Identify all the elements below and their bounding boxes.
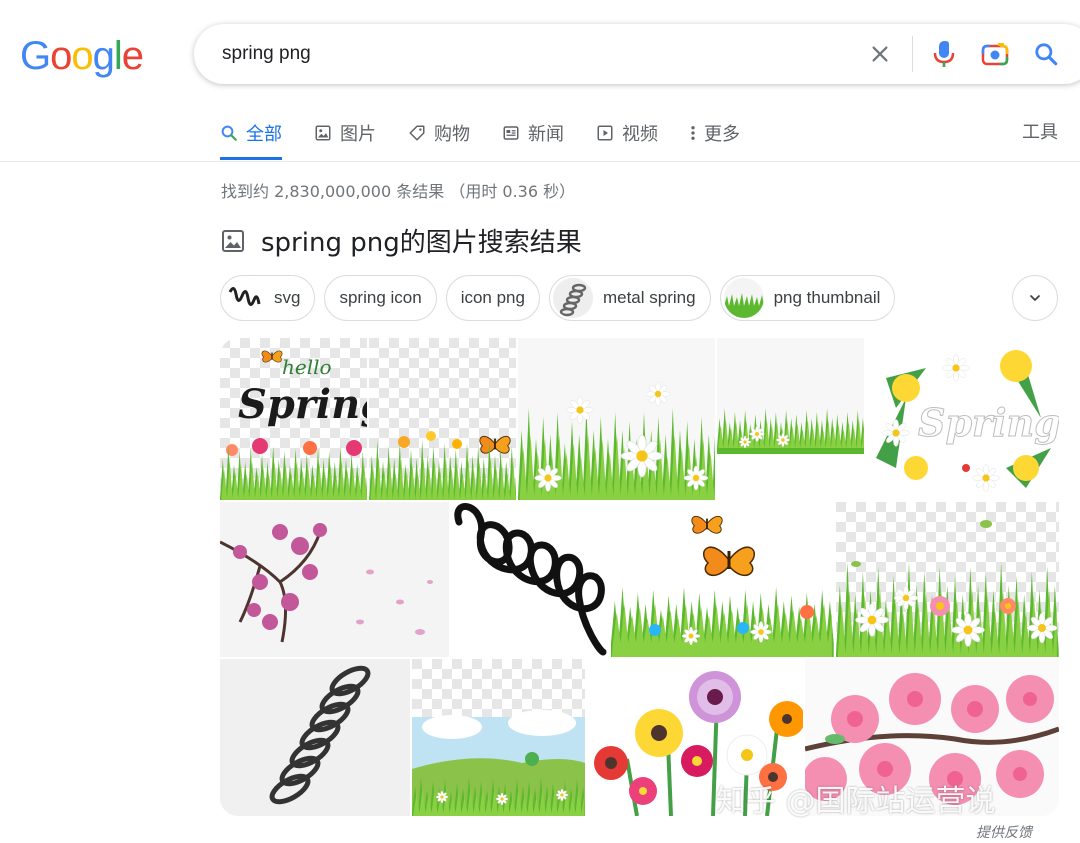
tab-shopping[interactable]: 购物: [408, 108, 470, 158]
chip-label: icon png: [460, 288, 525, 307]
search-icon: [221, 125, 237, 141]
image-result[interactable]: [717, 338, 864, 500]
svg-text:Spring: Spring: [918, 400, 1059, 445]
clear-icon[interactable]: [864, 38, 896, 70]
search-tabs: 全部 图片 购物 新闻 视频 更多: [220, 108, 772, 162]
image-results-grid: hello Spring: [220, 338, 1059, 816]
chevron-down-icon: [1030, 295, 1040, 301]
coil-spring-image: [451, 502, 609, 657]
tab-videos[interactable]: 视频: [596, 108, 658, 158]
tab-images[interactable]: 图片: [314, 108, 376, 158]
image-result[interactable]: [451, 502, 609, 657]
tab-label: 视频: [622, 124, 658, 145]
search-icon[interactable]: [1030, 38, 1062, 70]
tab-label: 更多: [704, 124, 740, 145]
image-result[interactable]: hello Spring: [220, 338, 367, 500]
image-icon: [315, 125, 331, 141]
play-icon: [597, 125, 613, 141]
voice-search-icon[interactable]: [928, 38, 960, 70]
image-result[interactable]: [412, 659, 585, 816]
feedback-link[interactable]: 提供反馈: [976, 822, 1032, 842]
daisies-image: [518, 338, 715, 500]
tab-news[interactable]: 新闻: [502, 108, 564, 158]
logo-letter: G: [20, 34, 51, 78]
result-stats: 找到约 2,830,000,000 条结果 （用时 0.36 秒）: [221, 182, 576, 201]
search-box[interactable]: spring png: [194, 24, 1080, 84]
chip-label: spring icon: [339, 288, 422, 307]
image-result[interactable]: Spring: [866, 338, 1059, 500]
daisy-border-image: [836, 502, 1059, 657]
refinement-chips: svg spring icon icon png metal spring pn…: [220, 275, 904, 321]
tag-icon: [409, 125, 425, 141]
chip-icon-png[interactable]: icon png: [445, 275, 540, 321]
tools-button[interactable]: 工具: [1022, 108, 1058, 158]
cherry-blossom-image: [220, 502, 449, 657]
images-heading[interactable]: spring png的图片搜索结果: [221, 222, 582, 259]
logo-letter: o: [50, 34, 72, 78]
tab-label: 购物: [434, 124, 470, 145]
chip-spring-icon[interactable]: spring icon: [324, 275, 437, 321]
tabs-divider: [0, 161, 1080, 162]
google-logo[interactable]: Google: [20, 34, 144, 79]
tab-label: 全部: [246, 123, 282, 145]
search-input[interactable]: spring png: [222, 24, 311, 84]
logo-letter: e: [121, 34, 144, 78]
metal-spring-thumbnail: [552, 278, 593, 318]
image-result[interactable]: [518, 338, 715, 500]
hello-spring-image: hello Spring: [220, 338, 367, 500]
image-result[interactable]: [369, 338, 516, 500]
chip-svg[interactable]: svg: [220, 275, 316, 321]
spring-flowers-image: Spring: [866, 338, 1059, 500]
butterflies-flowers-image: [611, 502, 834, 657]
grass-butterfly-image: [369, 338, 516, 500]
tab-label: 新闻: [528, 124, 564, 145]
images-heading-title: spring png的图片搜索结果: [261, 228, 582, 258]
news-icon: [503, 126, 519, 140]
logo-letter: g: [92, 34, 115, 78]
grass-thumbnail: [723, 278, 764, 318]
chip-label: metal spring: [602, 288, 696, 307]
image-icon: [222, 229, 244, 252]
chip-metal-spring[interactable]: metal spring: [548, 275, 711, 321]
chip-label: png thumbnail: [773, 288, 881, 307]
image-result[interactable]: [611, 502, 834, 657]
tab-all[interactable]: 全部: [220, 108, 282, 160]
image-result[interactable]: [220, 502, 449, 657]
meadow-image: [412, 659, 585, 816]
grass-strip-image: [717, 338, 864, 500]
chip-png-thumbnail[interactable]: png thumbnail: [719, 275, 896, 321]
chips-expand-button[interactable]: [1012, 275, 1058, 321]
search-divider: [912, 36, 913, 72]
image-result[interactable]: [836, 502, 1059, 657]
svg-text:hello: hello: [282, 355, 332, 379]
coil-spring-thumbnail: [224, 278, 264, 318]
metal-spring-image: [220, 659, 410, 816]
logo-letter: l: [113, 34, 123, 78]
image-result[interactable]: [220, 659, 410, 816]
more-vert-icon: [691, 126, 695, 140]
camera-search-icon[interactable]: [979, 38, 1011, 70]
svg-text:Spring: Spring: [238, 381, 367, 428]
tab-label: 图片: [340, 124, 376, 145]
chip-label: svg: [274, 288, 301, 307]
tab-more[interactable]: 更多: [690, 108, 740, 158]
watermark: 知乎 @国际站运营说: [716, 784, 996, 819]
logo-letter: o: [71, 34, 93, 78]
